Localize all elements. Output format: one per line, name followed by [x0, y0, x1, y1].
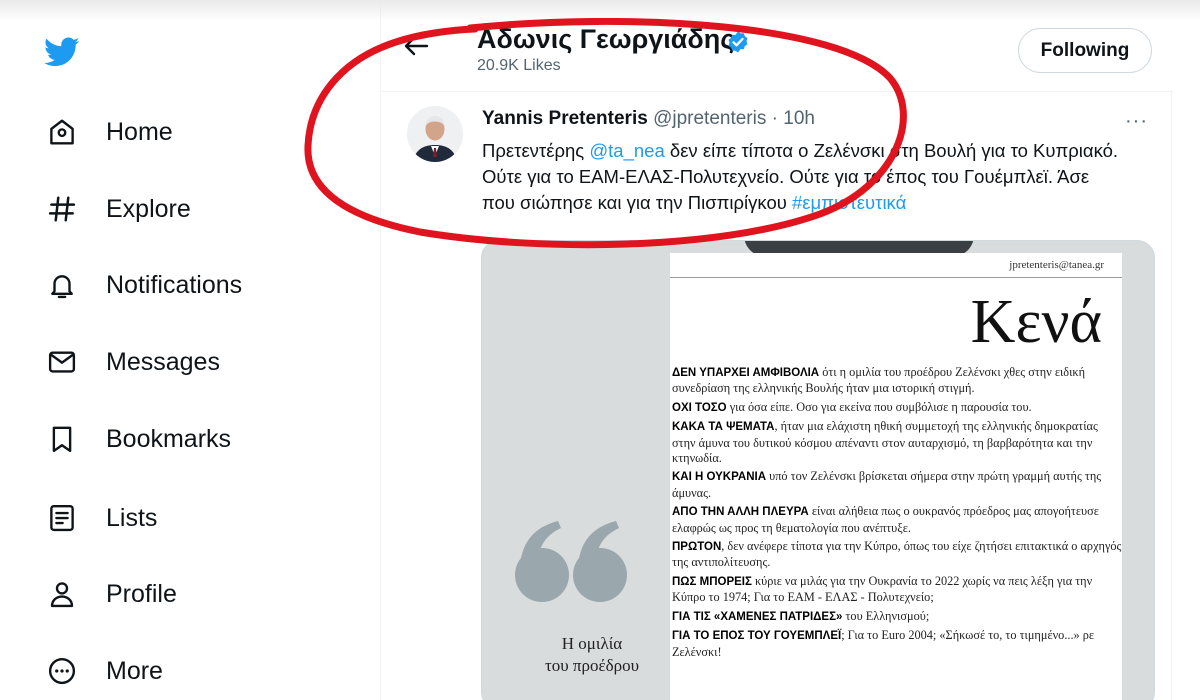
nav-messages[interactable]: Messages: [42, 334, 220, 390]
tweet-time[interactable]: 10h: [783, 108, 815, 129]
hashtag-link[interactable]: #εμπιστευτικά: [792, 192, 906, 213]
article-title: Κενά: [970, 288, 1102, 356]
profile-name: Αδωνις Γεωργιάδης: [477, 24, 735, 54]
twitter-bird-icon[interactable]: [42, 34, 82, 70]
paragraph-lead: ΟΧΙ ΤΟΣΟ: [672, 401, 727, 414]
nav-bookmarks[interactable]: Bookmarks: [42, 411, 231, 467]
nav-label-profile: Profile: [106, 579, 177, 608]
nav-label-home: Home: [106, 117, 173, 146]
pull-quote-line: του προέδρου: [544, 656, 640, 675]
author-handle[interactable]: @jpretenteris: [653, 108, 766, 129]
article-rule: [670, 277, 1122, 278]
sidebar: Home Explore Notifications Messages Book…: [0, 0, 380, 700]
paragraph-lead: ΑΠΟ ΤΗΝ ΑΛΛΗ ΠΛΕΥΡΑ: [672, 506, 809, 519]
nav-explore[interactable]: Explore: [42, 181, 191, 237]
hashtag-icon: [42, 189, 82, 229]
article-paragraph: ΓΙΑ ΤΙΣ «ΧΑΜΕΝΕΣ ΠΑΤΡΙΔΕΣ» του Ελληνισμο…: [672, 609, 1124, 625]
list-icon: [42, 498, 82, 538]
nav-label-messages: Messages: [106, 347, 220, 376]
timeline-column: Αδωνις Γεωργιάδης 20.9K Likes Following …: [380, 0, 1173, 700]
verified-badge-icon: [728, 31, 748, 53]
profile-likes-count: 20.9K Likes: [477, 57, 561, 74]
tweet-media-image[interactable]: jpretenteris@tanea.gr Κενά ΔΕΝ ΥΠΑΡΧΕΙ Α…: [481, 240, 1155, 700]
paragraph-lead: ΠΡΩΤΟΝ: [672, 541, 722, 554]
article-body: ΔΕΝ ΥΠΑΡΧΕΙ ΑΜΦΙΒΟΛΙΑ ότι η ομιλία του π…: [672, 365, 1124, 663]
following-button[interactable]: Following: [1018, 28, 1152, 73]
author-avatar[interactable]: [407, 106, 463, 162]
tweet-text: Πρετεντέρης @ta_nea δεν είπε τίποτα ο Ζε…: [482, 138, 1122, 216]
more-circle-icon: [42, 651, 82, 691]
nav-label-lists: Lists: [106, 503, 158, 532]
paragraph-lead: ΠΩΣ ΜΠΟΡΕΙΣ: [672, 575, 752, 588]
nav-lists[interactable]: Lists: [42, 490, 157, 546]
bell-icon: [42, 265, 82, 305]
back-arrow-icon[interactable]: [403, 36, 429, 56]
paragraph-lead: ΓΙΑ ΤΟ ΕΠΟΣ ΤΟΥ ΓΟΥΕΜΠΛΕΪ: [672, 630, 842, 643]
article-paragraph: ΑΠΟ ΤΗΝ ΑΛΛΗ ΠΛΕΥΡΑ είναι αλήθεια πως ο …: [672, 504, 1124, 536]
nav-more[interactable]: More: [42, 643, 163, 699]
article-email: jpretenteris@tanea.gr: [1009, 259, 1104, 271]
nav-profile[interactable]: Profile: [42, 566, 177, 622]
paragraph-body: του Ελληνισμού;: [842, 608, 930, 623]
paragraph-body: για όσα είπε. Οσο για εκείνα που συμβόλι…: [726, 399, 1032, 414]
article-paragraph: ΠΩΣ ΜΠΟΡΕΙΣ κύριε να μιλάς για την Ουκρα…: [672, 574, 1124, 606]
article-paragraph: ΔΕΝ ΥΠΑΡΧΕΙ ΑΜΦΙΒΟΛΙΑ ότι η ομιλία του π…: [672, 365, 1124, 397]
bookmark-icon: [42, 419, 82, 459]
newspaper-clipping: jpretenteris@tanea.gr Κενά ΔΕΝ ΥΠΑΡΧΕΙ Α…: [670, 253, 1122, 700]
article-paragraph: ΟΧΙ ΤΟΣΟ για όσα είπε. Οσο για εκείνα πο…: [672, 400, 1124, 416]
tweet-more-button[interactable]: ···: [1125, 110, 1148, 133]
nav-home[interactable]: Home: [42, 104, 173, 160]
article-paragraph: ΠΡΩΤΟΝ, δεν ανέφερε τίποτα για την Κύπρο…: [672, 539, 1124, 571]
paragraph-lead: ΓΙΑ ΤΙΣ «ΧΑΜΕΝΕΣ ΠΑΤΡΙΔΕΣ»: [672, 610, 843, 623]
author-name[interactable]: Yannis Pretenteris: [482, 108, 648, 129]
paragraph-lead: ΔΕΝ ΥΠΑΡΧΕΙ ΑΜΦΙΒΟΛΙΑ: [672, 367, 820, 379]
pull-quote: Η ομιλία του προέδρου: [522, 633, 662, 677]
meta-separator: ·: [771, 108, 778, 129]
paragraph-lead: ΚΑΚΑ ΤΑ ΨΕΜΑΤΑ: [672, 421, 775, 434]
pull-quote-line: Η ομιλία: [561, 634, 623, 653]
nav-notifications[interactable]: Notifications: [42, 257, 242, 313]
nav-label-notifications: Notifications: [106, 270, 243, 299]
article-paragraph: ΚΑΙ Η ΟΥΚΡΑΝΙΑ υπό τον Ζελένσκι βρίσκετα…: [672, 469, 1124, 501]
quote-marks-icon: [515, 521, 627, 602]
top-edge-shadow: [0, 0, 1200, 22]
home-icon: [42, 112, 82, 152]
tweet[interactable]: Yannis Pretenteris @jpretenteris · 10h ·…: [381, 92, 1173, 700]
mention-link[interactable]: @ta_nea: [589, 140, 664, 161]
envelope-icon: [42, 342, 82, 382]
article-paragraph: ΓΙΑ ΤΟ ΕΠΟΣ ΤΟΥ ΓΟΥΕΜΠΛΕΪ; Για το Euro 2…: [672, 628, 1124, 660]
nav-label-more: More: [106, 656, 163, 685]
paragraph-body: , δεν ανέφερε τίποτα για την Κύπρο, όπως…: [672, 539, 1122, 570]
article-paragraph: ΚΑΚΑ ΤΑ ΨΕΜΑΤΑ, ήταν μια ελάχιστη ηθική …: [672, 419, 1124, 466]
tweet-text-part: Πρετεντέρης: [482, 140, 590, 161]
nav-label-bookmarks: Bookmarks: [106, 424, 232, 453]
paragraph-lead: ΚΑΙ Η ΟΥΚΡΑΝΙΑ: [672, 471, 767, 484]
nav-label-explore: Explore: [106, 194, 191, 223]
person-icon: [42, 574, 82, 614]
tweet-header: Yannis Pretenteris @jpretenteris · 10h: [482, 108, 815, 130]
